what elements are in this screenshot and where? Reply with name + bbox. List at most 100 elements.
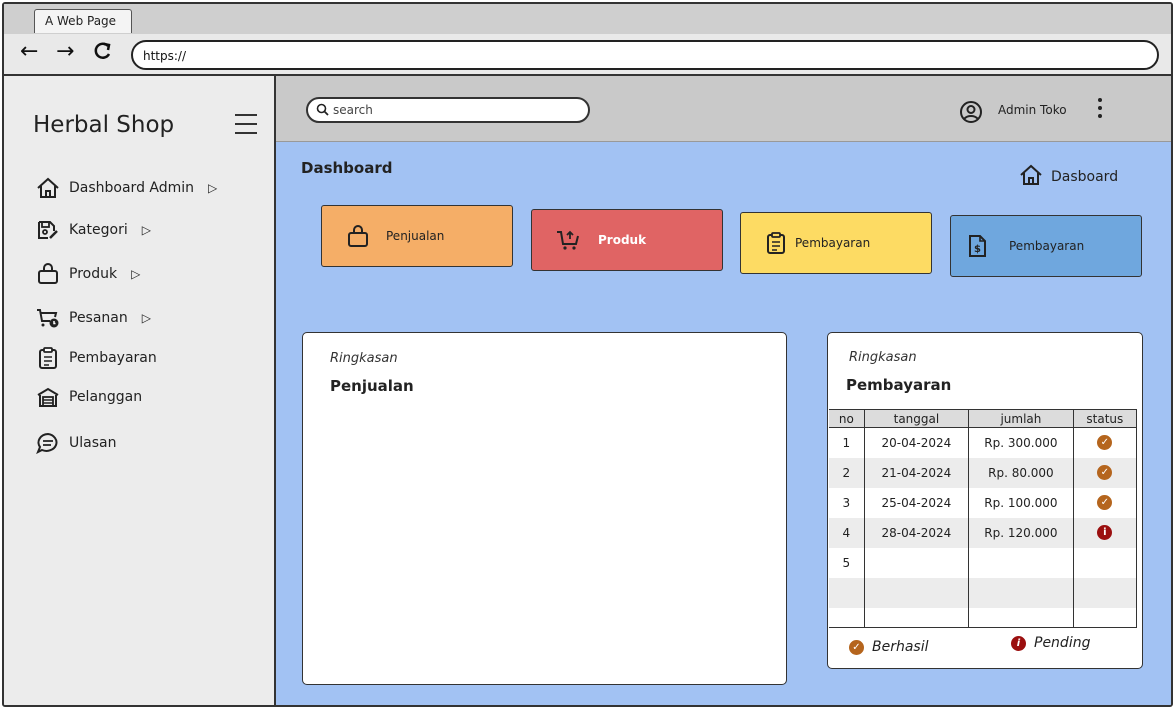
cell-tanggal: 28-04-2024	[864, 517, 970, 548]
sidebar: Herbal Shop Dashboard Admin ▷ Kategori ▷…	[4, 76, 276, 705]
more-options-icon[interactable]	[1098, 98, 1104, 122]
reload-icon[interactable]	[93, 40, 113, 68]
cell-tanggal: 21-04-2024	[864, 457, 970, 488]
breadcrumb-label: Dasboard	[1051, 169, 1119, 185]
cell-jumlah: Rp. 100.000	[968, 487, 1074, 518]
card-label: Pembayaran	[1009, 239, 1085, 253]
payment-summary-panel: Ringkasan Pembayaran no tanggal jumlah s…	[827, 332, 1143, 669]
user-avatar-icon[interactable]	[959, 100, 983, 128]
card-label: Penjualan	[386, 229, 445, 243]
panel-title: Penjualan	[330, 377, 414, 395]
check-circle-icon: ✓	[849, 639, 864, 655]
browser-tab[interactable]: A Web Page	[34, 9, 132, 33]
cell-status: ✓	[1073, 427, 1138, 458]
cell-status: i	[1073, 517, 1138, 548]
cell-jumlah	[968, 547, 1074, 578]
sidebar-item-ulasan[interactable]: Ulasan	[35, 430, 116, 456]
clipboard-icon	[35, 346, 61, 370]
top-bar: search Admin Toko	[276, 76, 1171, 142]
main-content: Dashboard Dasboard Penjualan Produk Pemb…	[276, 142, 1171, 705]
bag-icon	[346, 224, 370, 248]
cell-no: 2	[829, 457, 865, 488]
sidebar-item-label: Produk	[69, 266, 118, 282]
back-arrow-icon[interactable]: ←	[20, 40, 38, 64]
cart-icon	[556, 228, 582, 252]
url-bar[interactable]: https://	[131, 40, 1159, 70]
legend-pending: i Pending	[1011, 635, 1090, 651]
forward-arrow-icon[interactable]: →	[56, 40, 74, 64]
column-header-jumlah: jumlah	[968, 409, 1074, 428]
cell-tanggal: 20-04-2024	[864, 427, 970, 458]
table-row[interactable]: 1 20-04-2024 Rp. 300.000 ✓	[829, 427, 1138, 458]
page-title: Dashboard	[301, 159, 393, 177]
tab-strip	[4, 4, 1171, 34]
cell-jumlah: Rp. 300.000	[968, 427, 1074, 458]
brand-title: Herbal Shop	[33, 112, 175, 138]
cell-no: 4	[829, 517, 865, 548]
cell-no: 3	[829, 487, 865, 518]
invoice-icon: $	[967, 234, 987, 258]
card-produk[interactable]: Produk	[531, 209, 723, 271]
caret-right-icon: ▷	[141, 311, 151, 325]
cell-status	[1073, 547, 1138, 578]
card-label: Pembayaran	[795, 236, 871, 250]
sidebar-item-produk[interactable]: Produk ▷	[35, 261, 140, 287]
card-pembayaran[interactable]: Pembayaran	[740, 212, 932, 274]
panel-title: Pembayaran	[846, 376, 952, 394]
home-icon	[35, 176, 61, 200]
browser-window: A Web Page ← → https:// Herbal Shop Dash…	[2, 2, 1173, 707]
breadcrumb[interactable]: Dasboard	[1019, 164, 1118, 190]
legend-label: Pending	[1034, 635, 1091, 651]
cell-status: ✓	[1073, 457, 1138, 488]
info-circle-icon: i	[1011, 635, 1026, 651]
cell-tanggal	[864, 547, 970, 578]
cell-no: 1	[829, 427, 865, 458]
card-penjualan[interactable]: Penjualan	[321, 205, 513, 267]
sidebar-item-label: Dashboard Admin	[69, 180, 195, 196]
check-circle-icon: ✓	[1097, 465, 1113, 480]
cart-clock-icon	[35, 306, 61, 330]
cell-tanggal: 25-04-2024	[864, 487, 970, 518]
table-row[interactable]: 4 28-04-2024 Rp. 120.000 i	[829, 517, 1138, 548]
panel-subtitle: Ringkasan	[849, 350, 917, 365]
legend-success: ✓ Berhasil	[849, 639, 929, 655]
sidebar-item-pesanan[interactable]: Pesanan ▷	[35, 305, 151, 331]
table-row[interactable]: 5	[829, 547, 1138, 578]
caret-right-icon: ▷	[141, 223, 151, 237]
search-icon	[316, 103, 329, 119]
sidebar-item-label: Pesanan	[69, 310, 128, 326]
check-circle-icon: ✓	[1097, 435, 1113, 451]
sidebar-item-label: Pembayaran	[69, 350, 157, 366]
clipboard-icon	[765, 231, 787, 255]
search-input[interactable]: search	[306, 97, 590, 123]
card-label: Produk	[598, 233, 647, 247]
sidebar-item-kategori[interactable]: Kategori ▷	[35, 217, 151, 243]
sidebar-item-dashboard-admin[interactable]: Dashboard Admin ▷	[35, 175, 217, 201]
payment-table: no tanggal jumlah status 1 20-04-2024 Rp…	[829, 409, 1138, 628]
sidebar-item-label: Ulasan	[69, 435, 117, 451]
table-row[interactable]: 2 21-04-2024 Rp. 80.000 ✓	[829, 457, 1138, 488]
sidebar-item-label: Kategori	[69, 222, 128, 238]
bag-icon	[35, 262, 61, 286]
home-icon	[1019, 164, 1043, 190]
cell-no: 5	[829, 547, 865, 578]
store-icon	[35, 385, 61, 409]
info-circle-icon: i	[1097, 525, 1113, 540]
sidebar-item-pembayaran[interactable]: Pembayaran	[35, 345, 157, 371]
sidebar-item-pelanggan[interactable]: Pelanggan	[35, 384, 142, 410]
table-row-empty	[829, 607, 1138, 628]
sidebar-item-label: Pelanggan	[69, 389, 143, 405]
cell-status: ✓	[1073, 487, 1138, 518]
chat-icon	[35, 431, 61, 455]
caret-right-icon: ▷	[131, 267, 141, 281]
caret-right-icon: ▷	[208, 181, 218, 195]
search-placeholder: search	[333, 103, 373, 117]
table-row-empty	[829, 577, 1138, 608]
hamburger-menu-icon[interactable]	[235, 114, 257, 134]
panel-subtitle: Ringkasan	[330, 351, 398, 366]
sales-summary-panel: Ringkasan Penjualan	[302, 332, 787, 685]
user-name[interactable]: Admin Toko	[998, 103, 1067, 117]
cell-jumlah: Rp. 120.000	[968, 517, 1074, 548]
table-row[interactable]: 3 25-04-2024 Rp. 100.000 ✓	[829, 487, 1138, 518]
card-pembayaran-invoice[interactable]: $ Pembayaran	[950, 215, 1142, 277]
